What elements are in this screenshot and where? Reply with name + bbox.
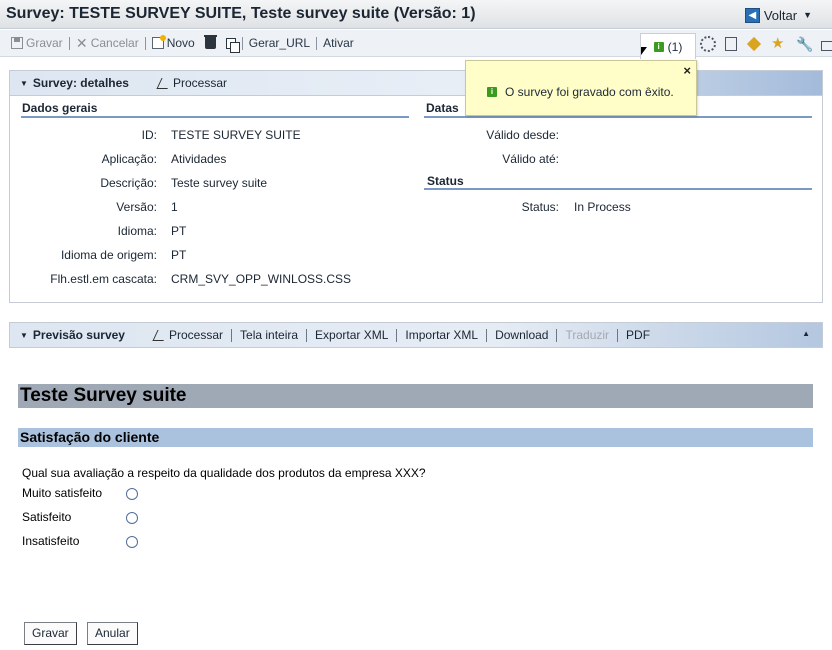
status-divider (424, 188, 812, 190)
survey-reset-button[interactable]: Anular (87, 622, 138, 645)
field-value-id: TESTE SURVEY SUITE (171, 128, 301, 142)
survey-save-button[interactable]: Gravar (24, 622, 77, 645)
toolbar-separator (316, 36, 318, 50)
field-value-language: PT (171, 224, 187, 238)
export-xml-button[interactable]: Exportar XML (307, 327, 396, 343)
details-panel-title: Survey: detalhes (32, 76, 129, 90)
valid-to-label: Válido até: (502, 152, 559, 166)
field-value-application: Atividades (171, 152, 227, 166)
success-icon: i (653, 41, 664, 52)
back-button[interactable]: ◀ Voltar ▼ (744, 6, 812, 24)
collapse-triangle-icon[interactable]: ▼ (20, 331, 28, 340)
save-button[interactable]: Gravar (6, 33, 68, 53)
trash-icon (203, 35, 217, 49)
new-document-icon (151, 35, 166, 49)
chevron-down-icon[interactable]: ▼ (803, 10, 812, 20)
generate-url-button[interactable]: Gerar_URL (244, 33, 315, 53)
field-label-id: ID: (141, 128, 157, 142)
toolbar-separator (241, 36, 243, 50)
delete-button[interactable] (200, 33, 221, 53)
import-xml-button[interactable]: Importar XML (397, 327, 486, 343)
option-label: Muito satisfeito (22, 486, 103, 500)
preview-edit-label: Processar (168, 328, 224, 342)
survey-preview-panel: ▼ Previsão survey Processar Tela inteira… (9, 322, 823, 348)
favorite-add-icon[interactable]: ★ (771, 36, 787, 52)
success-icon: i (487, 87, 497, 97)
preview-edit-button[interactable]: Processar (147, 327, 231, 343)
general-data-divider (21, 116, 409, 118)
field-label-description: Descrição: (100, 176, 157, 190)
status-label: Status: (521, 200, 559, 214)
field-value-version: 1 (171, 200, 178, 214)
option-label: Insatisfeito (22, 534, 80, 548)
mouse-cursor-icon (641, 47, 649, 57)
preview-panel-header: ▼ Previsão survey Processar Tela inteira… (10, 323, 822, 348)
toolbar-right-icons: ★ 🔧 (700, 34, 832, 54)
copy-icon (225, 37, 240, 53)
window-titlebar: Survey: TESTE SURVEY SUITE, Teste survey… (0, 0, 832, 29)
close-icon: ✕ (75, 35, 88, 51)
valid-from-label: Válido desde: (486, 128, 559, 142)
radio-dissatisfied[interactable] (126, 536, 138, 548)
fullscreen-button[interactable]: Tela inteira (232, 327, 306, 343)
translate-button[interactable]: Traduzir (557, 327, 617, 343)
download-button[interactable]: Download (487, 327, 556, 343)
pencil-icon (156, 77, 173, 89)
document-settings-icon[interactable] (725, 37, 737, 51)
success-message-popover: × i O survey foi gravado com êxito. (465, 60, 697, 116)
pencil-icon (152, 329, 169, 341)
collapse-triangle-icon[interactable]: ▼ (20, 79, 28, 88)
general-data-heading: Dados gerais (22, 101, 98, 115)
field-value-description: Teste survey suite (171, 176, 268, 190)
toolbar-separator (144, 36, 146, 50)
status-heading: Status (427, 174, 464, 188)
close-icon[interactable]: × (683, 63, 691, 78)
radio-satisfied[interactable] (126, 512, 138, 524)
back-label: Voltar (763, 7, 798, 23)
cancel-label: Cancelar (90, 36, 139, 50)
survey-question: Qual sua avaliação a respeito da qualida… (22, 466, 426, 480)
dates-heading: Datas (426, 101, 459, 115)
wrench-icon[interactable]: 🔧 (796, 36, 813, 52)
page-title: Survey: TESTE SURVEY SUITE, Teste survey… (6, 5, 476, 22)
field-value-stylesheet: CRM_SVY_OPP_WINLOSS.CSS (171, 272, 352, 286)
details-panel-header: ▼ Survey: detalhes Processar (10, 71, 822, 96)
radio-very-satisfied[interactable] (126, 488, 138, 500)
save-icon (11, 37, 23, 49)
details-edit-label: Processar (172, 76, 227, 90)
field-label-origin-language: Idioma de origem: (60, 248, 157, 262)
tag-icon[interactable] (746, 36, 762, 52)
gear-icon[interactable] (700, 36, 716, 52)
cancel-button[interactable]: ✕ Cancelar (71, 33, 144, 53)
preview-panel-title: Previsão survey (32, 328, 125, 342)
field-value-origin-language: PT (171, 248, 187, 262)
details-edit-button[interactable]: Processar (151, 75, 235, 91)
activate-button[interactable]: Ativar (318, 33, 359, 53)
popover-message: O survey foi gravado com êxito. (505, 85, 674, 99)
print-icon[interactable] (821, 40, 832, 51)
message-count: (1) (667, 39, 683, 54)
field-label-application: Aplicação: (101, 152, 157, 166)
field-label-stylesheet: Flh.estl.em cascata: (50, 272, 157, 286)
survey-title: Teste Survey suite (18, 384, 813, 408)
copy-button[interactable] (221, 33, 241, 53)
option-label: Satisfeito (22, 510, 72, 524)
survey-section-title: Satisfação do cliente (18, 428, 813, 447)
pdf-button[interactable]: PDF (618, 327, 658, 343)
save-label: Gravar (26, 36, 63, 50)
toolbar-separator (68, 36, 70, 50)
new-label: Novo (166, 36, 195, 50)
collapse-up-icon[interactable]: ▲ (802, 329, 810, 338)
new-button[interactable]: Novo (147, 33, 200, 53)
field-label-language: Idioma: (117, 224, 157, 238)
back-arrow-icon: ◀ (744, 7, 760, 23)
dates-divider (424, 116, 812, 118)
field-label-version: Versão: (116, 200, 157, 214)
status-value: In Process (574, 200, 631, 214)
